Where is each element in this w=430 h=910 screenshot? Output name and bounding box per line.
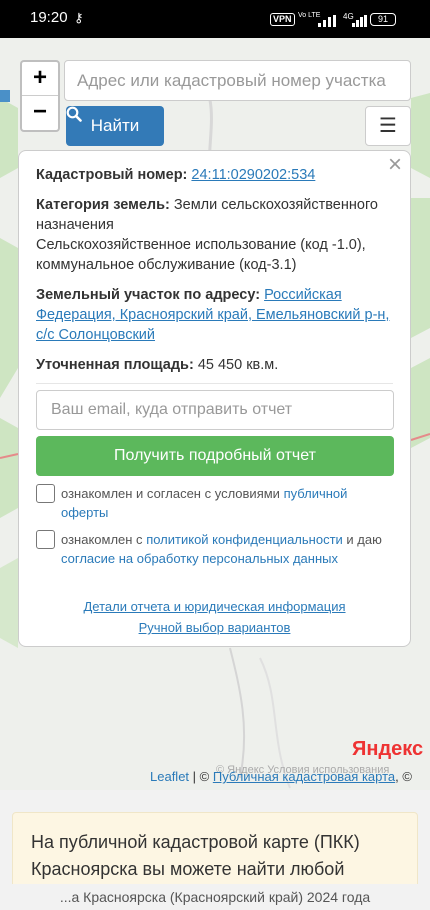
signal-icon	[318, 15, 338, 27]
address-label: Земельный участок по адресу:	[36, 287, 261, 303]
parcel-popup: × Кадастровый номер: 24:11:0290202:534 К…	[18, 150, 411, 647]
consent-privacy-label: ознакомлен с	[61, 532, 147, 547]
privacy-policy-link[interactable]: политикой конфиденциальности	[146, 532, 343, 547]
popup-links: Детали отчета и юридическая информация Р…	[36, 596, 393, 638]
status-bar: 19:20 ⚷ VPN Vo LTE 4G 91	[0, 0, 430, 38]
consent-offer-text: ознакомлен и согласен с условиями публич…	[61, 484, 393, 522]
search-input[interactable]	[64, 60, 411, 101]
status-time: 19:20	[30, 9, 68, 26]
area-value: 45 450 кв.м.	[197, 357, 279, 373]
key-icon: ⚷	[74, 10, 84, 25]
manual-selection-link[interactable]: Ручной выбор вариантов	[139, 620, 291, 635]
divider	[36, 383, 393, 384]
leaflet-link[interactable]: Leaflet	[150, 769, 189, 784]
email-field[interactable]	[36, 390, 394, 430]
pkk-link[interactable]: Публичная кадастровая карта	[213, 769, 395, 784]
zoom-in-button[interactable]: +	[22, 62, 58, 96]
search-button-label: Найти	[90, 116, 140, 135]
category-row: Категория земель: Земли сельскохозяйстве…	[36, 195, 393, 235]
close-icon[interactable]: ×	[388, 153, 402, 177]
zoom-out-button[interactable]: −	[22, 96, 58, 130]
address-row: Земельный участок по адресу: Российская …	[36, 285, 393, 345]
category-label: Категория земель:	[36, 197, 170, 213]
map[interactable]: + − Найти ☰ × Кадастровый номер: 24:11:0…	[0, 38, 430, 790]
yandex-logo: Яндекс	[352, 738, 423, 761]
consent-offer-row: ознакомлен и согласен с условиями публич…	[36, 484, 393, 522]
signal-icon-2	[352, 15, 368, 27]
attribution-sep: | ©	[189, 769, 213, 784]
consent-offer-label: ознакомлен и согласен с условиями	[61, 486, 284, 501]
area-row: Уточненная площадь: 45 450 кв.м.	[36, 355, 393, 375]
get-report-button[interactable]: Получить подробный отчет	[36, 436, 394, 476]
yandex-logo-text: Яндекс	[352, 738, 424, 760]
consent-privacy-text: ознакомлен с политикой конфиденциальност…	[61, 530, 393, 568]
search-icon	[66, 106, 82, 122]
attribution-tail: , ©	[395, 769, 412, 784]
consent-privacy-checkbox[interactable]	[36, 530, 55, 549]
vpn-badge: VPN	[270, 13, 295, 26]
cadastral-row: Кадастровый номер: 24:11:0290202:534	[36, 165, 393, 185]
battery-icon: 91	[370, 13, 396, 26]
cadastral-link[interactable]: 24:11:0290202:534	[191, 167, 315, 183]
map-attribution: Leaflet | © Публичная кадастровая карта,…	[150, 769, 430, 787]
menu-button[interactable]: ☰	[365, 106, 411, 146]
consent-offer-checkbox[interactable]	[36, 484, 55, 503]
consent-privacy-mid: и даю	[342, 532, 382, 547]
personal-data-link[interactable]: согласие на обработку персональных данны…	[61, 551, 338, 566]
report-details-link[interactable]: Детали отчета и юридическая информация	[83, 599, 345, 614]
area-label: Уточненная площадь:	[36, 357, 194, 373]
bottom-page-title: ...а Красноярска (Красноярский край) 202…	[0, 884, 430, 910]
usage-value: Сельскохозяйственное использование (код …	[36, 237, 366, 273]
menu-icon: ☰	[379, 115, 397, 137]
zoom-control: + −	[20, 60, 60, 132]
cadastral-label: Кадастровый номер:	[36, 167, 188, 183]
consent-privacy-row: ознакомлен с политикой конфиденциальност…	[36, 530, 393, 568]
search-button[interactable]: Найти	[66, 106, 164, 146]
